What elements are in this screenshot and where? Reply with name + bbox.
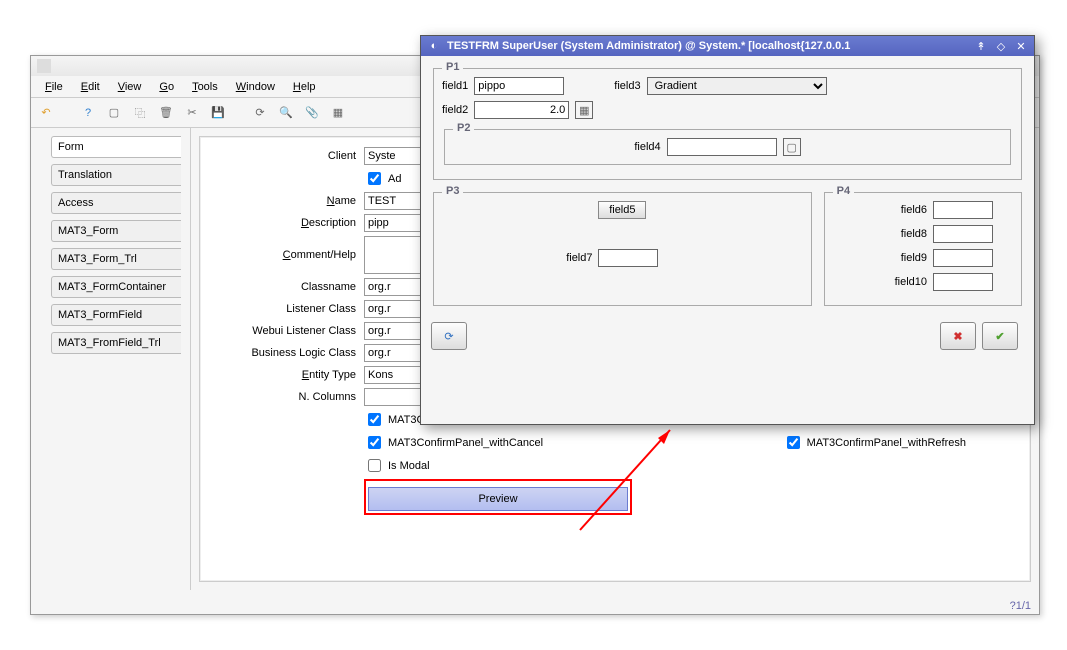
undo-icon[interactable]: ↶: [37, 104, 55, 122]
p4-fieldset: P4 field6 field8 field9 field10: [824, 192, 1022, 306]
field1-input[interactable]: [474, 77, 564, 95]
field1-label: field1: [442, 80, 468, 92]
p2-fieldset: P2 field4▢: [444, 129, 1011, 165]
tab-form[interactable]: Form: [51, 136, 181, 158]
label-classname: Classname: [216, 281, 356, 293]
field10-input[interactable]: [933, 273, 993, 291]
popup-titlebar: ◐ TESTFRM SuperUser (System Administrato…: [421, 36, 1034, 56]
p3-legend: P3: [442, 185, 463, 197]
field4-input[interactable]: [667, 138, 777, 156]
field2-calc-icon[interactable]: ▦: [575, 101, 593, 119]
preview-button[interactable]: Preview: [368, 487, 628, 511]
field7-input[interactable]: [598, 249, 658, 267]
field5-button[interactable]: field5: [598, 201, 646, 219]
tab-mat3fromfieldtrl[interactable]: MAT3_FromField_Trl: [51, 332, 181, 354]
field3-select[interactable]: Gradient: [647, 77, 827, 95]
p1-fieldset: P1 field1 field3Gradient field2▦ P2 fiel…: [433, 68, 1022, 180]
p2-legend: P2: [453, 122, 474, 134]
help-icon[interactable]: ?: [79, 104, 97, 122]
ok-icon: ✔: [995, 330, 1004, 343]
refresh-icon[interactable]: ⟳: [251, 104, 269, 122]
field8-label: field8: [901, 228, 927, 240]
field7-label: field7: [566, 252, 592, 264]
new-icon[interactable]: ▢: [105, 104, 123, 122]
popup-max-icon[interactable]: ◇: [994, 39, 1008, 53]
tab-access[interactable]: Access: [51, 192, 181, 214]
field2-label: field2: [442, 104, 468, 116]
active-checkbox[interactable]: [368, 172, 381, 185]
search-icon[interactable]: 🔍: [277, 104, 295, 122]
cut-icon[interactable]: ✂: [183, 104, 201, 122]
status-text: ?1/1: [1010, 600, 1031, 612]
label-entity: Entity Type: [216, 369, 356, 381]
menu-file[interactable]: File: [37, 79, 71, 95]
preview-highlight: Preview: [364, 479, 632, 515]
cb-mat3refresh-label: MAT3ConfirmPanel_withRefresh: [807, 437, 966, 449]
tab-mat3form[interactable]: MAT3_Form: [51, 220, 181, 242]
p4-legend: P4: [833, 185, 854, 197]
popup-title: TESTFRM SuperUser (System Administrator)…: [447, 40, 968, 52]
grid-icon[interactable]: ▦: [329, 104, 347, 122]
app-icon: [37, 59, 51, 73]
label-description: Description: [216, 217, 356, 229]
menu-go[interactable]: Go: [151, 79, 182, 95]
label-ncols: N. Columns: [216, 391, 356, 403]
label-client: Client: [216, 150, 356, 162]
popup-window: ◐ TESTFRM SuperUser (System Administrato…: [420, 35, 1035, 425]
field6-input[interactable]: [933, 201, 993, 219]
tab-mat3formtrl[interactable]: MAT3_Form_Trl: [51, 248, 181, 270]
label-comment: Comment/Help: [216, 249, 356, 261]
active-label: Ad: [388, 173, 401, 185]
cb-ismodal-label: Is Modal: [388, 460, 430, 472]
refresh-icon: ⟳: [444, 330, 453, 343]
tabs-column: Form Translation Access MAT3_Form MAT3_F…: [31, 128, 191, 590]
label-listener: Listener Class: [216, 303, 356, 315]
tab-translation[interactable]: Translation: [51, 164, 181, 186]
cb-mat3confirm[interactable]: [368, 413, 381, 426]
cb-mat3cancel[interactable]: [368, 436, 381, 449]
cancel-button[interactable]: ✖: [940, 322, 976, 350]
field8-input[interactable]: [933, 225, 993, 243]
menu-edit[interactable]: Edit: [73, 79, 108, 95]
label-webui: Webui Listener Class: [216, 325, 356, 337]
field9-input[interactable]: [933, 249, 993, 267]
cb-ismodal[interactable]: [368, 459, 381, 472]
cancel-icon: ✖: [953, 330, 962, 343]
copy-icon[interactable]: ⿻: [131, 104, 149, 122]
field2-input[interactable]: [474, 101, 569, 119]
save-icon[interactable]: 💾: [209, 104, 227, 122]
attach-icon[interactable]: 📎: [303, 104, 321, 122]
field3-label: field3: [614, 80, 640, 92]
popup-footer: ⟳ ✖ ✔: [421, 318, 1034, 360]
menu-tools[interactable]: Tools: [184, 79, 226, 95]
p1-legend: P1: [442, 61, 463, 73]
delete-icon[interactable]: 🗑: [157, 104, 175, 122]
refresh-button[interactable]: ⟳: [431, 322, 467, 350]
cb-mat3cancel-label: MAT3ConfirmPanel_withCancel: [388, 437, 543, 449]
p3-p4-row: P3 field5 field7 P4 field6 field8 field9…: [431, 186, 1024, 312]
popup-min-icon[interactable]: ↟: [974, 39, 988, 53]
p3-fieldset: P3 field5 field7: [433, 192, 812, 306]
popup-app-icon: ◐: [427, 39, 441, 53]
field4-date-icon[interactable]: ▢: [783, 138, 801, 156]
ok-button[interactable]: ✔: [982, 322, 1018, 350]
menu-window[interactable]: Window: [228, 79, 283, 95]
tab-mat3formfield[interactable]: MAT3_FormField: [51, 304, 181, 326]
field10-label: field10: [895, 276, 927, 288]
field6-label: field6: [901, 204, 927, 216]
label-biz: Business Logic Class: [216, 347, 356, 359]
cb-mat3refresh[interactable]: [787, 436, 800, 449]
tab-mat3formcontainer[interactable]: MAT3_FormContainer: [51, 276, 181, 298]
menu-view[interactable]: View: [110, 79, 150, 95]
menu-help[interactable]: Help: [285, 79, 324, 95]
popup-close-icon[interactable]: ✕: [1014, 39, 1028, 53]
popup-body: P1 field1 field3 Gradient field2 ▦ P2 fiel…: [421, 56, 1034, 318]
label-name: Name: [216, 195, 356, 207]
field9-label: field9: [901, 252, 927, 264]
field4-label: field4: [634, 141, 660, 153]
